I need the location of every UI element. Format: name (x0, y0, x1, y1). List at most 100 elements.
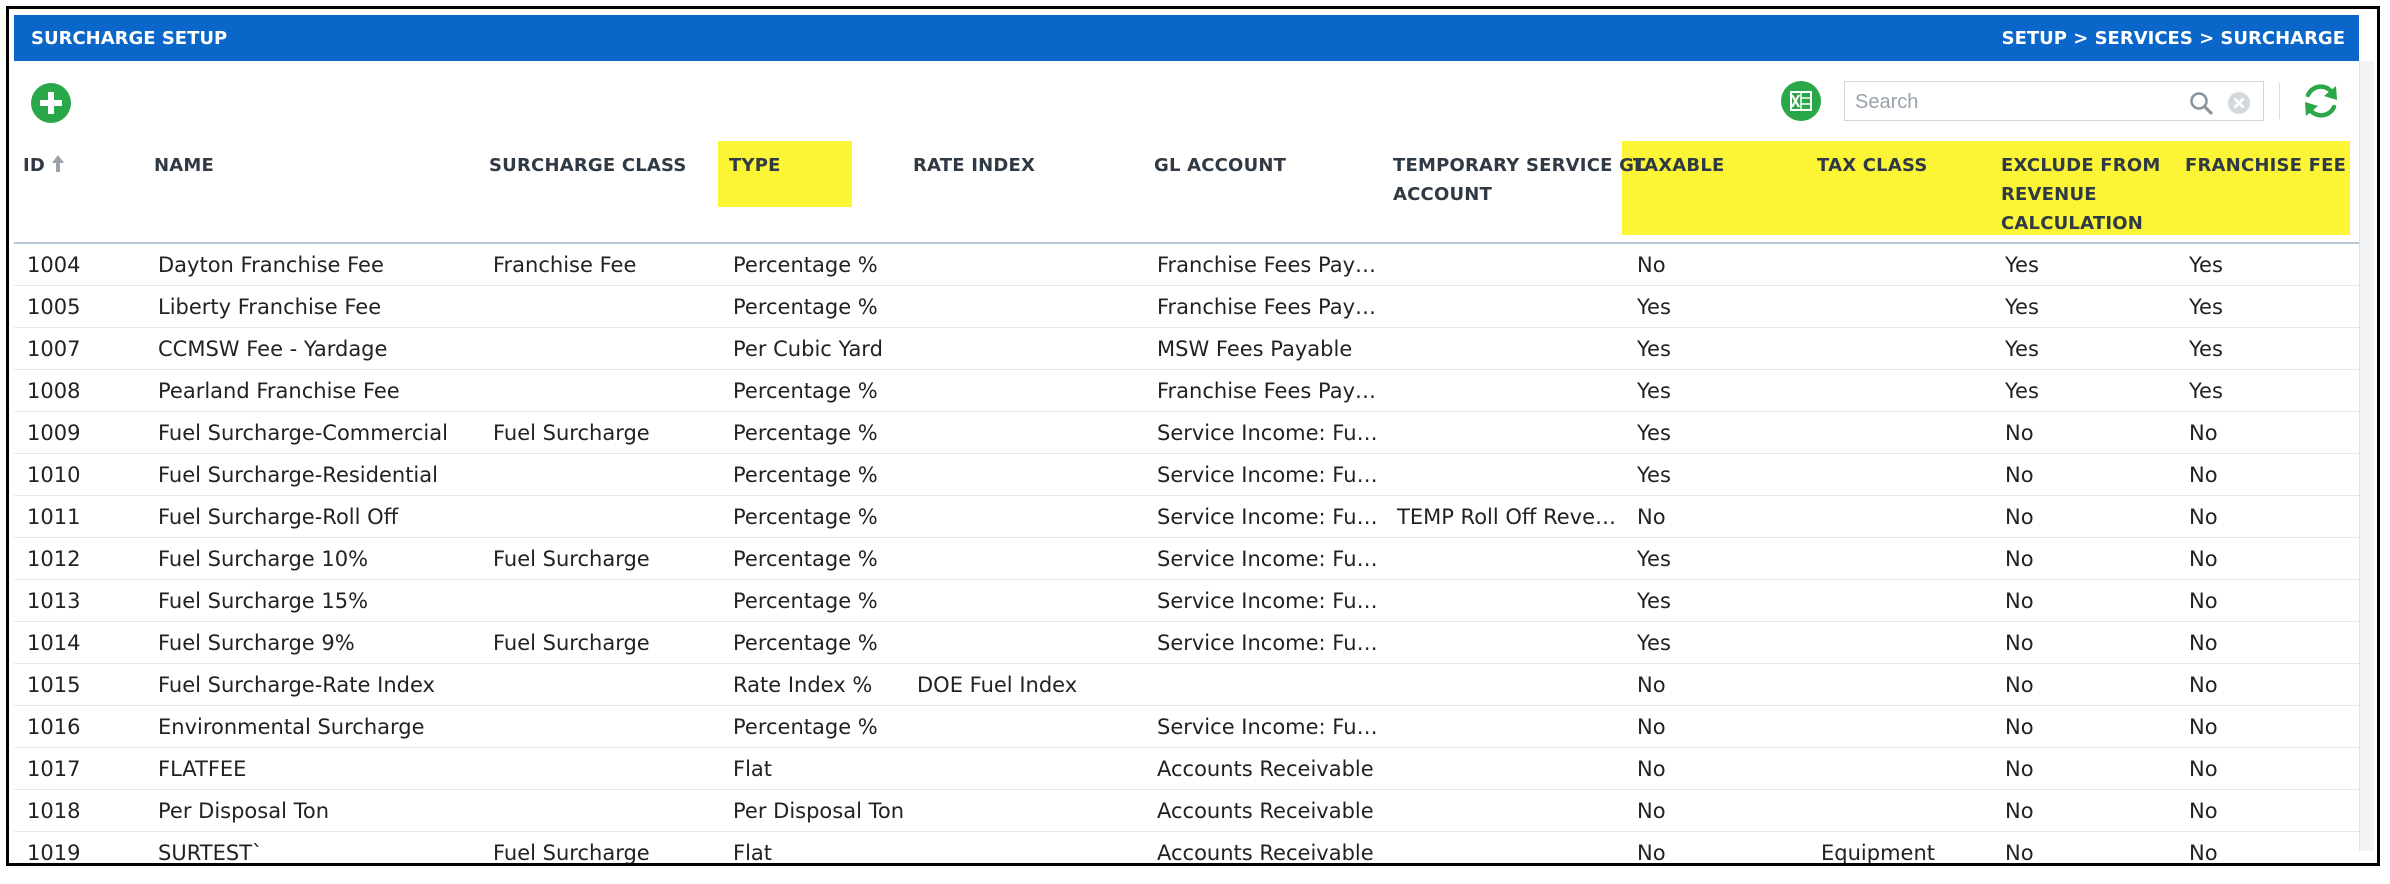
cell-gl-account: Service Income: Fuel … (1157, 505, 1379, 529)
cell-surcharge-class: Fuel Surcharge (493, 631, 650, 655)
cell-id: 1008 (27, 379, 81, 403)
cell-taxable: Yes (1637, 337, 1671, 361)
cell-franchise-fee: Yes (2189, 379, 2223, 403)
refresh-icon (2305, 84, 2337, 118)
table-row[interactable]: 1012 Fuel Surcharge 10% Fuel Surcharge Perc… (14, 538, 2359, 580)
column-header-temporary-service-gl-account[interactable]: TEMPORARY SERVICE GL ACCOUNT (1393, 151, 1646, 209)
cell-type: Per Cubic Yard (733, 337, 883, 361)
cell-id: 1004 (27, 253, 81, 277)
sort-ascending-icon[interactable] (51, 153, 65, 173)
breadcrumb[interactable]: SETUP > SERVICES > SURCHARGE (2002, 28, 2345, 49)
table-row[interactable]: 1019 SURTEST` Fuel Surcharge Flat Accounts R… (14, 832, 2359, 865)
table-row[interactable]: 1011 Fuel Surcharge-Roll Off Percentage % S… (14, 496, 2359, 538)
search-icon[interactable] (2188, 90, 2214, 116)
cell-exclude-from-revenue: No (2005, 421, 2034, 445)
cell-gl-account: Franchise Fees Payable (1157, 253, 1379, 277)
cell-type: Percentage % (733, 295, 878, 319)
column-header-surcharge-class[interactable]: SURCHARGE CLASS (489, 151, 687, 180)
cell-gl-account: Service Income: Fuel … (1157, 631, 1379, 655)
cell-franchise-fee: No (2189, 505, 2218, 529)
cell-gl-account: Service Income: Fuel … (1157, 421, 1379, 445)
add-surcharge-button[interactable] (31, 83, 71, 123)
toolbar (9, 61, 2359, 141)
table-row[interactable]: 1010 Fuel Surcharge-Residential Percentage… (14, 454, 2359, 496)
cell-type: Percentage % (733, 547, 878, 571)
column-header-name[interactable]: NAME (154, 151, 214, 180)
table-row[interactable]: 1009 Fuel Surcharge-Commercial Fuel Surcha… (14, 412, 2359, 454)
cell-rate-index: DOE Fuel Index (917, 673, 1078, 697)
cell-exclude-from-revenue: No (2005, 673, 2034, 697)
table-row[interactable]: 1015 Fuel Surcharge-Rate Index Rate Index … (14, 664, 2359, 706)
clear-search-icon[interactable] (2226, 90, 2252, 116)
column-header-franchise-fee[interactable]: FRANCHISE FEE (2185, 151, 2346, 180)
cell-franchise-fee: Yes (2189, 253, 2223, 277)
column-header-exclude-from-revenue[interactable]: EXCLUDE FROM REVENUE CALCULATION (2001, 151, 2160, 238)
cell-type: Percentage % (733, 421, 878, 445)
cell-id: 1019 (27, 841, 81, 865)
page-title: SURCHARGE SETUP (31, 28, 228, 49)
cell-type: Percentage % (733, 505, 878, 529)
cell-name: Dayton Franchise Fee (158, 253, 384, 277)
cell-name: Fuel Surcharge-Rate Index (158, 673, 435, 697)
cell-id: 1014 (27, 631, 81, 655)
cell-exclude-from-revenue: Yes (2005, 253, 2039, 277)
cell-name: Fuel Surcharge 9% (158, 631, 355, 655)
vertical-scrollbar[interactable] (2359, 61, 2374, 851)
table-row[interactable]: 1018 Per Disposal Ton Per Disposal Ton Acco… (14, 790, 2359, 832)
cell-name: Fuel Surcharge 10% (158, 547, 369, 571)
table-row[interactable]: 1008 Pearland Franchise Fee Percentage % Fr… (14, 370, 2359, 412)
cell-surcharge-class: Fuel Surcharge (493, 421, 650, 445)
cell-type: Flat (733, 757, 773, 781)
title-bar: SURCHARGE SETUP SETUP > SERVICES > SURCH… (14, 15, 2359, 61)
cell-name: Pearland Franchise Fee (158, 379, 400, 403)
cell-surcharge-class: Fuel Surcharge (493, 841, 650, 865)
table-row[interactable]: 1013 Fuel Surcharge 15% Percentage % Servic… (14, 580, 2359, 622)
cell-franchise-fee: No (2189, 631, 2218, 655)
cell-exclude-from-revenue: No (2005, 799, 2034, 823)
table-row[interactable]: 1014 Fuel Surcharge 9% Fuel Surcharge Perce… (14, 622, 2359, 664)
cell-tax-class: Equipment (1821, 841, 1935, 865)
cell-taxable: Yes (1637, 589, 1671, 613)
cell-surcharge-class: Franchise Fee (493, 253, 637, 277)
cell-taxable: No (1637, 715, 1666, 739)
column-header-gl-account[interactable]: GL ACCOUNT (1154, 151, 1286, 180)
cell-name: Fuel Surcharge-Residential (158, 463, 438, 487)
cell-gl-account: Accounts Receivable (1157, 799, 1374, 823)
cell-name: Fuel Surcharge-Roll Off (158, 505, 399, 529)
column-header-taxable[interactable]: TAXABLE (1633, 151, 1725, 180)
table-row[interactable]: 1007 CCMSW Fee - Yardage Per Cubic Yard MSW… (14, 328, 2359, 370)
cell-taxable: No (1637, 799, 1666, 823)
cell-franchise-fee: No (2189, 715, 2218, 739)
cell-taxable: Yes (1637, 295, 1671, 319)
column-header-type[interactable]: TYPE (729, 151, 781, 180)
refresh-button[interactable] (2299, 79, 2343, 123)
search-box (1844, 81, 2264, 121)
table-row[interactable]: 1017 FLATFEE Flat Accounts Receivable No No No (14, 748, 2359, 790)
cell-surcharge-class: Fuel Surcharge (493, 547, 650, 571)
cell-name: Per Disposal Ton (158, 799, 330, 823)
column-header-id[interactable]: ID (23, 151, 65, 180)
cell-type: Rate Index % (733, 673, 873, 697)
cell-gl-account: Accounts Receivable (1157, 841, 1374, 865)
table-row[interactable]: 1016 Environmental Surcharge Percentage % S… (14, 706, 2359, 748)
cell-gl-account: Service Income: Fuel … (1157, 547, 1379, 571)
cell-exclude-from-revenue: No (2005, 547, 2034, 571)
cell-id: 1015 (27, 673, 81, 697)
cell-franchise-fee: No (2189, 547, 2218, 571)
cell-taxable: Yes (1637, 379, 1671, 403)
cell-exclude-from-revenue: No (2005, 463, 2034, 487)
search-input[interactable] (1853, 88, 2177, 116)
excel-icon (1782, 82, 1820, 120)
table-row[interactable]: 1004 Dayton Franchise Fee Franchise Fee Per… (14, 244, 2359, 286)
cell-exclude-from-revenue: No (2005, 757, 2034, 781)
cell-taxable: No (1637, 253, 1666, 277)
toolbar-divider (2279, 83, 2280, 119)
table-row[interactable]: 1005 Liberty Franchise Fee Percentage % Fra… (14, 286, 2359, 328)
cell-franchise-fee: No (2189, 799, 2218, 823)
cell-id: 1011 (27, 505, 81, 529)
column-header-rate-index[interactable]: RATE INDEX (913, 151, 1035, 180)
column-header-tax-class[interactable]: TAX CLASS (1817, 151, 1928, 180)
cell-id: 1010 (27, 463, 81, 487)
export-excel-button[interactable] (1781, 81, 1821, 121)
cell-franchise-fee: No (2189, 673, 2218, 697)
